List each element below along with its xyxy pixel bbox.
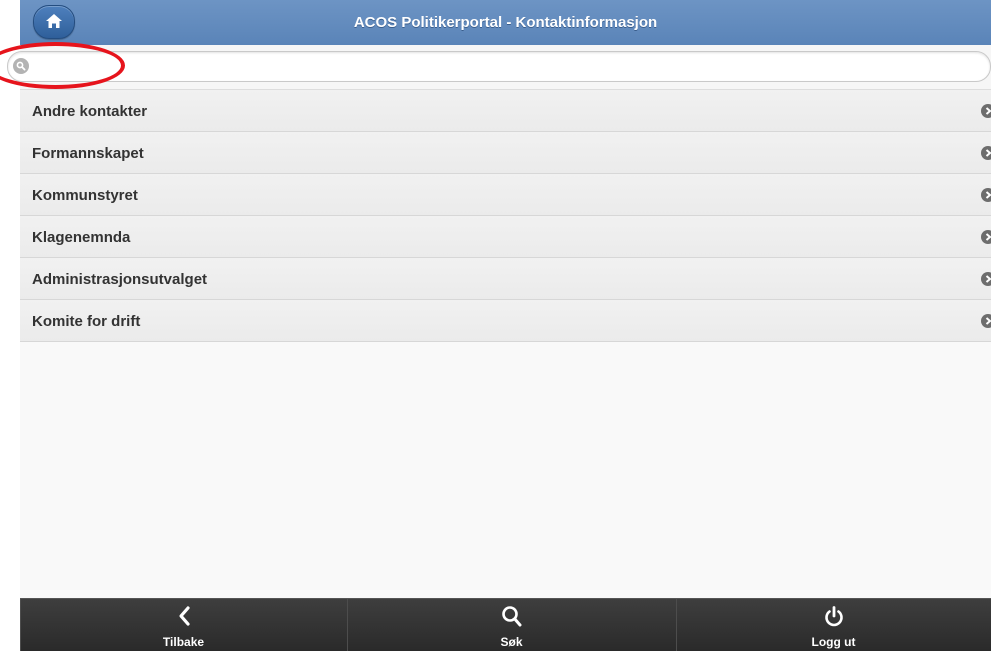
- chevron-right-icon: [981, 146, 991, 160]
- list-item-label: Klagenemnda: [32, 229, 131, 246]
- tab-label: Tilbake: [162, 635, 205, 649]
- list-item-label: Kommunstyret: [32, 187, 138, 204]
- tab-label: Logg ut: [811, 635, 856, 649]
- power-icon: [824, 606, 843, 627]
- footer-navbar: Tilbake Søk Logg ut: [20, 598, 991, 651]
- header-bar: ACOS Politikerportal - Kontaktinformasjo…: [20, 0, 991, 46]
- list-item-label: Formannskapet: [32, 145, 144, 162]
- contact-group-list: Andre kontakter Formannskapet Kommunstyr…: [20, 89, 991, 342]
- tab-tilbake[interactable]: Tilbake: [20, 599, 348, 651]
- list-item-label: Andre kontakter: [32, 103, 148, 120]
- list-item-label: Komite for drift: [32, 313, 141, 330]
- search-icon: [13, 58, 29, 74]
- tab-logg-ut[interactable]: Logg ut: [676, 599, 991, 651]
- search-input[interactable]: [38, 55, 962, 78]
- list-item-administrasjonsutvalget[interactable]: Administrasjonsutvalget: [20, 258, 991, 300]
- tab-sok[interactable]: Søk: [347, 599, 677, 651]
- chevron-right-icon: [981, 188, 991, 202]
- chevron-right-icon: [981, 230, 991, 244]
- chevron-left-icon: [178, 606, 190, 626]
- search-icon: [501, 606, 521, 627]
- tab-label: Søk: [500, 635, 523, 649]
- search-bar: [7, 45, 991, 89]
- app: ACOS Politikerportal - Kontaktinformasjo…: [7, 0, 991, 651]
- list-item-andre-kontakter[interactable]: Andre kontakter: [20, 90, 991, 132]
- list-item-formannskapet[interactable]: Formannskapet: [20, 132, 991, 174]
- list-item-klagenemnda[interactable]: Klagenemnda: [20, 216, 991, 258]
- page-title: ACOS Politikerportal - Kontaktinformasjo…: [353, 14, 658, 31]
- chevron-right-icon: [981, 314, 991, 328]
- chevron-right-icon: [981, 104, 991, 118]
- search-field[interactable]: [7, 51, 991, 82]
- list-item-kommunstyret[interactable]: Kommunstyret: [20, 174, 991, 216]
- list-item-komite-for-drift[interactable]: Komite for drift: [20, 300, 991, 342]
- list-item-label: Administrasjonsutvalget: [32, 271, 208, 288]
- chevron-right-icon: [981, 272, 991, 286]
